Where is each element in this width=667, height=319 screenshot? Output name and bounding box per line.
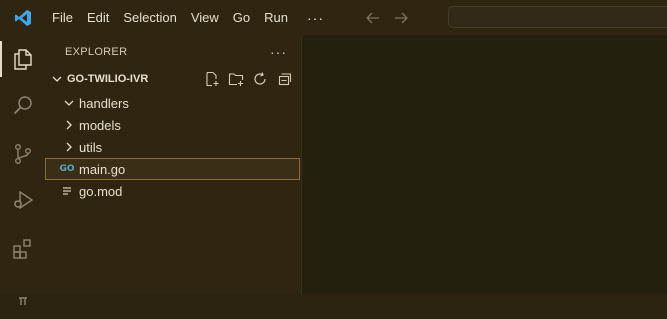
tree-file-main-go[interactable]: GO main.go [45, 158, 300, 180]
menu-go[interactable]: Go [226, 0, 257, 35]
workspace-folder-name: GO-TWILIO-IVR [67, 73, 149, 85]
menu-edit[interactable]: Edit [80, 0, 116, 35]
tree-item-label: handlers [79, 95, 129, 111]
menu-run[interactable]: Run [257, 0, 295, 35]
tree-item-label: models [79, 117, 121, 133]
lines-file-icon [59, 186, 75, 196]
activity-bar [0, 35, 45, 305]
menu-view[interactable]: View [184, 0, 226, 35]
editor-area[interactable] [302, 35, 667, 294]
testing-icon[interactable] [0, 275, 45, 319]
files-icon[interactable] [0, 37, 45, 81]
refresh-icon[interactable] [251, 70, 269, 88]
explorer-sidebar: EXPLORER ··· GO-TWILIO-IVR handlers mode… [45, 35, 302, 294]
menu-bar: File Edit Selection View Go Run ··· [45, 0, 334, 35]
run-debug-icon[interactable] [0, 178, 45, 222]
chevron-right-icon [61, 119, 77, 131]
tree-file-go-mod[interactable]: go.mod [45, 180, 301, 202]
back-arrow-icon[interactable] [364, 9, 382, 27]
tree-folder-models[interactable]: models [45, 114, 301, 136]
new-folder-icon[interactable] [227, 70, 245, 88]
extensions-icon[interactable] [0, 227, 45, 271]
menu-selection[interactable]: Selection [116, 0, 183, 35]
collapse-all-icon[interactable] [275, 70, 293, 88]
title-bar: File Edit Selection View Go Run ··· [0, 0, 667, 35]
menu-more-button[interactable]: ··· [295, 10, 334, 26]
tree-item-label: go.mod [79, 183, 123, 199]
source-control-icon[interactable] [0, 132, 45, 176]
file-tree: handlers models utils GO main.go go.mod [45, 92, 301, 202]
vscode-logo-icon [0, 0, 45, 35]
tree-folder-utils[interactable]: utils [45, 136, 301, 158]
go-file-icon: GO [59, 164, 75, 174]
chevron-down-icon [61, 97, 77, 109]
chevron-right-icon [61, 141, 77, 153]
tree-folder-handlers[interactable]: handlers [45, 92, 301, 114]
explorer-title: EXPLORER [65, 45, 128, 58]
workspace-folder-header[interactable]: GO-TWILIO-IVR [45, 68, 301, 90]
forward-arrow-icon[interactable] [392, 9, 410, 27]
search-icon[interactable] [0, 83, 45, 127]
chevron-down-icon [49, 73, 65, 85]
tree-item-label: utils [79, 139, 103, 155]
menu-file[interactable]: File [45, 0, 80, 35]
new-file-icon[interactable] [203, 70, 221, 88]
tree-item-label: main.go [79, 161, 126, 177]
command-center-search[interactable] [448, 6, 667, 28]
explorer-more-button[interactable]: ··· [270, 44, 287, 60]
